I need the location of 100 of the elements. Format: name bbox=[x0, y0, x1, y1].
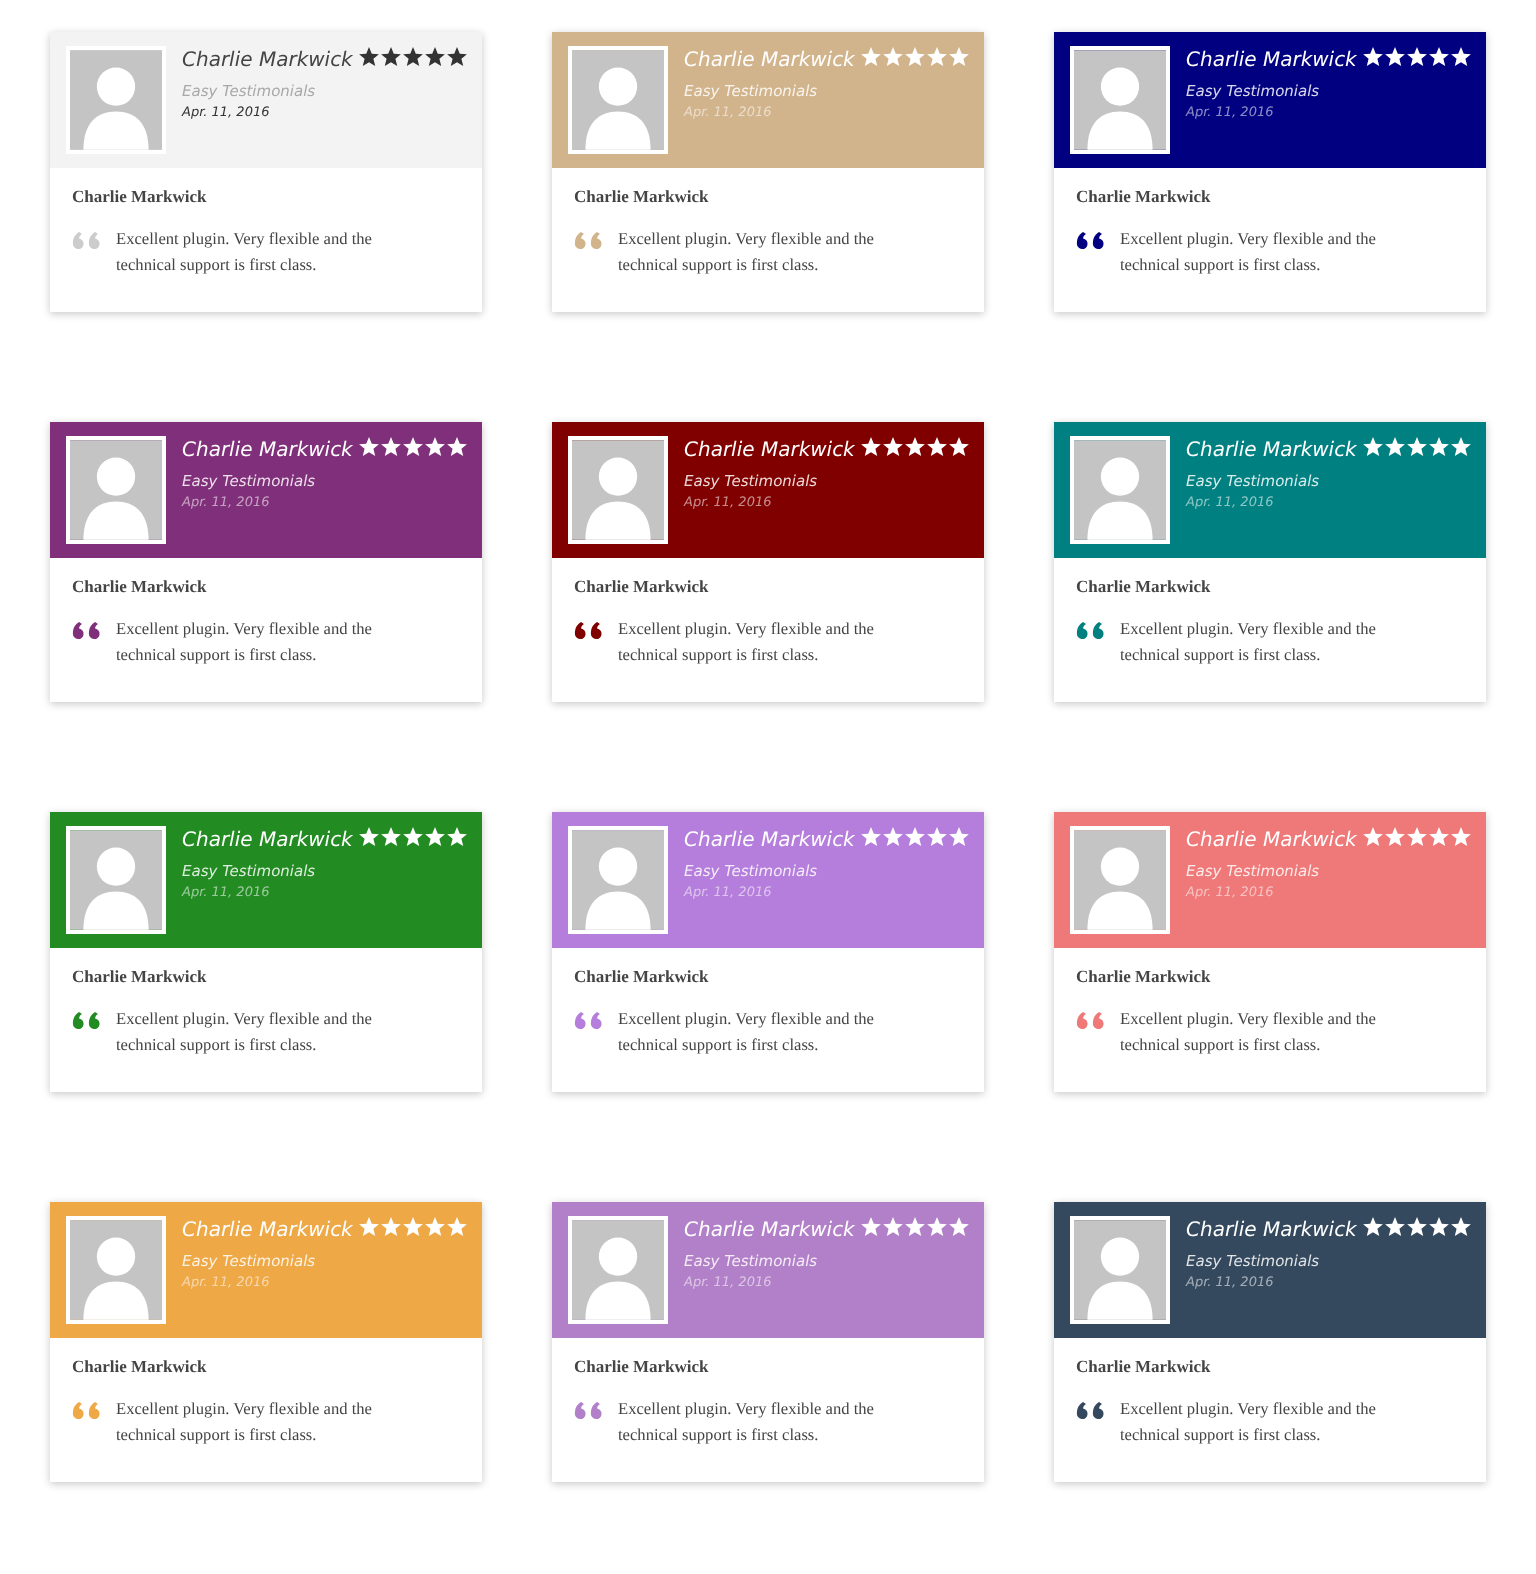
avatar-icon bbox=[66, 826, 166, 934]
author-name: Charlie Markwick bbox=[72, 966, 209, 986]
star-icon bbox=[926, 826, 948, 848]
star-icon bbox=[1384, 436, 1406, 458]
avatar-icon bbox=[568, 826, 668, 934]
star-icon bbox=[358, 826, 380, 848]
testimonial-text: Excellent plugin. Very flexible and the technical support is first class. bbox=[618, 1398, 876, 1448]
star-icon bbox=[860, 1216, 882, 1238]
star-icon bbox=[1384, 46, 1406, 68]
avatar-icon bbox=[66, 1216, 166, 1324]
reviewer-name: Charlie Markwick bbox=[684, 830, 855, 852]
star-icon bbox=[446, 46, 468, 68]
star-icon bbox=[358, 1216, 380, 1238]
quote-icon bbox=[1076, 1010, 1108, 1032]
star-icon bbox=[380, 436, 402, 458]
star-icon bbox=[446, 436, 468, 458]
reviewer-name: Charlie Markwick bbox=[182, 50, 353, 72]
star-icon bbox=[1362, 46, 1384, 68]
reviewer-name: Charlie Markwick bbox=[684, 1220, 855, 1242]
testimonial-text: Excellent plugin. Very flexible and the technical support is first class. bbox=[1120, 228, 1378, 278]
testimonial-text: Excellent plugin. Very flexible and the technical support is first class. bbox=[1120, 618, 1378, 668]
star-icon bbox=[1362, 436, 1384, 458]
reviewer-name: Charlie Markwick bbox=[182, 830, 353, 852]
avatar-icon bbox=[1070, 436, 1170, 544]
testimonial-text: Excellent plugin. Very flexible and the technical support is first class. bbox=[618, 618, 876, 668]
quote-icon bbox=[574, 230, 606, 252]
star-icon bbox=[904, 436, 926, 458]
star-icon bbox=[1406, 826, 1428, 848]
avatar-icon bbox=[66, 436, 166, 544]
star-icon bbox=[358, 436, 380, 458]
star-icon bbox=[1406, 436, 1428, 458]
star-icon bbox=[860, 46, 882, 68]
star-icon bbox=[882, 436, 904, 458]
avatar-icon bbox=[568, 436, 668, 544]
star-icon bbox=[1428, 46, 1450, 68]
quote-icon bbox=[1076, 620, 1108, 642]
avatar-icon bbox=[1070, 826, 1170, 934]
testimonial-text: Excellent plugin. Very flexible and the technical support is first class. bbox=[116, 1398, 374, 1448]
star-icon bbox=[446, 1216, 468, 1238]
avatar-icon bbox=[1070, 1216, 1170, 1324]
reviewer-name: Charlie Markwick bbox=[182, 440, 353, 462]
author-name: Charlie Markwick bbox=[574, 1356, 711, 1376]
star-icon bbox=[424, 826, 446, 848]
star-icon bbox=[1362, 826, 1384, 848]
star-icon bbox=[1428, 826, 1450, 848]
star-icon bbox=[380, 1216, 402, 1238]
testimonial-text: Excellent plugin. Very flexible and the technical support is first class. bbox=[116, 618, 374, 668]
testimonial-text: Excellent plugin. Very flexible and the technical support is first class. bbox=[618, 1008, 876, 1058]
quote-icon bbox=[1076, 230, 1108, 252]
quote-icon bbox=[72, 230, 104, 252]
reviewer-name: Charlie Markwick bbox=[1186, 440, 1357, 462]
star-icon bbox=[948, 436, 970, 458]
quote-icon bbox=[72, 1400, 104, 1422]
star-icon bbox=[926, 46, 948, 68]
quote-icon bbox=[574, 1010, 606, 1032]
reviewer-name: Charlie Markwick bbox=[684, 440, 855, 462]
quote-icon bbox=[574, 620, 606, 642]
quote-icon bbox=[72, 620, 104, 642]
star-icon bbox=[926, 1216, 948, 1238]
star-icon bbox=[402, 436, 424, 458]
star-icon bbox=[882, 1216, 904, 1238]
star-icon bbox=[1450, 46, 1472, 68]
avatar-icon bbox=[568, 46, 668, 154]
star-icon bbox=[1450, 1216, 1472, 1238]
star-icon bbox=[1406, 46, 1428, 68]
star-icon bbox=[1406, 1216, 1428, 1238]
testimonial-text: Excellent plugin. Very flexible and the technical support is first class. bbox=[116, 1008, 374, 1058]
star-icon bbox=[1450, 436, 1472, 458]
avatar-icon bbox=[568, 1216, 668, 1324]
star-icon bbox=[402, 826, 424, 848]
reviewer-name: Charlie Markwick bbox=[182, 1220, 353, 1242]
author-name: Charlie Markwick bbox=[72, 1356, 209, 1376]
star-icon bbox=[358, 46, 380, 68]
star-icon bbox=[1384, 826, 1406, 848]
author-name: Charlie Markwick bbox=[72, 576, 209, 596]
reviewer-name: Charlie Markwick bbox=[1186, 1220, 1357, 1242]
star-icon bbox=[1384, 1216, 1406, 1238]
testimonial-text: Excellent plugin. Very flexible and the technical support is first class. bbox=[618, 228, 876, 278]
star-icon bbox=[424, 1216, 446, 1238]
star-icon bbox=[380, 46, 402, 68]
star-icon bbox=[446, 826, 468, 848]
star-icon bbox=[380, 826, 402, 848]
star-icon bbox=[904, 46, 926, 68]
star-icon bbox=[1428, 1216, 1450, 1238]
avatar-icon bbox=[1070, 46, 1170, 154]
author-name: Charlie Markwick bbox=[574, 186, 711, 206]
star-icon bbox=[860, 436, 882, 458]
star-icon bbox=[882, 46, 904, 68]
testimonial-text: Excellent plugin. Very flexible and the technical support is first class. bbox=[116, 228, 374, 278]
author-name: Charlie Markwick bbox=[72, 186, 209, 206]
quote-icon bbox=[72, 1010, 104, 1032]
testimonial-text: Excellent plugin. Very flexible and the technical support is first class. bbox=[1120, 1398, 1378, 1448]
reviewer-name: Charlie Markwick bbox=[1186, 830, 1357, 852]
star-icon bbox=[904, 1216, 926, 1238]
star-icon bbox=[402, 46, 424, 68]
star-icon bbox=[424, 436, 446, 458]
author-name: Charlie Markwick bbox=[1076, 576, 1213, 596]
star-icon bbox=[402, 1216, 424, 1238]
star-icon bbox=[1428, 436, 1450, 458]
star-icon bbox=[948, 1216, 970, 1238]
